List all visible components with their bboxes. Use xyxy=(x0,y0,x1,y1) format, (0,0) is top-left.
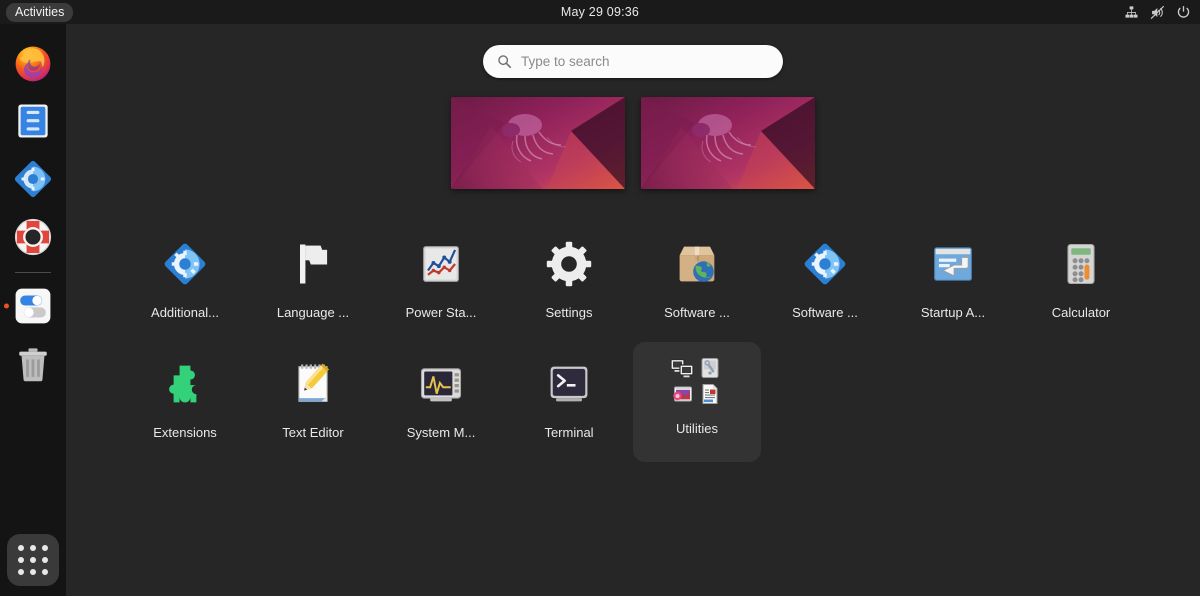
system-tray xyxy=(1124,0,1191,24)
app-text-editor[interactable]: Text Editor xyxy=(249,342,377,462)
dock xyxy=(0,24,66,596)
running-indicator xyxy=(4,304,9,309)
disks-icon xyxy=(699,357,721,379)
app-startup-applications[interactable]: Startup A... xyxy=(889,222,1017,342)
app-terminal[interactable]: Terminal xyxy=(505,342,633,462)
app-language-support[interactable]: Language ... xyxy=(249,222,377,342)
show-applications-button[interactable] xyxy=(7,534,59,586)
app-software-properties[interactable]: Software ... xyxy=(761,222,889,342)
line-chart-icon xyxy=(413,236,469,292)
green-puzzle-icon xyxy=(157,356,213,412)
app-calculator[interactable]: Calculator xyxy=(1017,222,1145,342)
app-label: System M... xyxy=(407,425,476,440)
app-system-monitor[interactable]: System M... xyxy=(377,342,505,462)
color-window-icon xyxy=(671,383,693,405)
files-cabinet-icon xyxy=(11,99,55,143)
dock-item-files[interactable] xyxy=(0,92,66,150)
app-label: Settings xyxy=(546,305,593,320)
workspace-thumbnails xyxy=(66,97,1200,189)
workspace-thumbnail-2[interactable] xyxy=(641,97,815,189)
search-icon xyxy=(497,54,512,69)
power-icon[interactable] xyxy=(1176,5,1191,20)
dock-item-ubuntu-software[interactable] xyxy=(0,150,66,208)
box-globe-icon xyxy=(669,236,725,292)
software-diamond-icon xyxy=(11,157,55,201)
app-extensions[interactable]: Extensions xyxy=(121,342,249,462)
app-power-statistics[interactable]: Power Sta... xyxy=(377,222,505,342)
dock-item-help[interactable] xyxy=(0,208,66,266)
remote-desktop-icon xyxy=(670,357,694,379)
monitor-pulse-icon xyxy=(413,356,469,412)
folder-grid-icon xyxy=(669,356,725,408)
white-flag-icon xyxy=(285,236,341,292)
lifebuoy-help-icon xyxy=(11,215,55,259)
clock[interactable]: May 29 09:36 xyxy=(0,5,1200,19)
application-grid: Additional... Language ... xyxy=(66,222,1200,462)
app-label: Utilities xyxy=(676,421,718,436)
app-label: Software ... xyxy=(664,305,730,320)
window-arrow-icon xyxy=(925,236,981,292)
dock-item-firefox[interactable] xyxy=(0,34,66,92)
volume-muted-icon[interactable] xyxy=(1150,5,1165,20)
search-entry[interactable]: Type to search xyxy=(483,45,783,78)
notepad-pencil-icon xyxy=(285,356,341,412)
app-additional-drivers[interactable]: Additional... xyxy=(121,222,249,342)
gear-icon xyxy=(541,236,597,292)
app-label: Language ... xyxy=(277,305,349,320)
app-label: Text Editor xyxy=(282,425,343,440)
app-software-updates[interactable]: Software ... xyxy=(633,222,761,342)
app-label: Additional... xyxy=(151,305,219,320)
trash-icon xyxy=(11,342,55,386)
blue-diamond-gear-icon xyxy=(157,236,213,292)
dock-item-settings[interactable] xyxy=(0,277,66,335)
wallpaper-jellyfish xyxy=(641,97,815,189)
network-wired-icon[interactable] xyxy=(1124,5,1139,20)
activities-overview: Type to search xyxy=(66,24,1200,596)
app-settings[interactable]: Settings xyxy=(505,222,633,342)
firefox-icon xyxy=(11,41,55,85)
activities-button[interactable]: Activities xyxy=(6,3,73,22)
calculator-icon xyxy=(1053,236,1109,292)
document-icon xyxy=(699,383,721,405)
top-bar: Activities May 29 09:36 xyxy=(0,0,1200,24)
terminal-icon xyxy=(541,356,597,412)
search-area: Type to search xyxy=(66,45,1200,78)
app-label: Software ... xyxy=(792,305,858,320)
app-label: Calculator xyxy=(1052,305,1111,320)
wallpaper-jellyfish xyxy=(451,97,625,189)
dock-item-trash[interactable] xyxy=(0,335,66,393)
app-label: Power Sta... xyxy=(406,305,477,320)
workspace-thumbnail-1[interactable] xyxy=(451,97,625,189)
app-label: Terminal xyxy=(544,425,593,440)
app-folder-utilities[interactable]: Utilities xyxy=(633,342,761,462)
blue-diamond-gear-icon xyxy=(797,236,853,292)
dock-separator xyxy=(15,272,51,273)
app-grid-icon xyxy=(18,545,48,575)
settings-toggles-icon xyxy=(11,284,55,328)
app-label: Startup A... xyxy=(921,305,985,320)
app-label: Extensions xyxy=(153,425,217,440)
search-placeholder: Type to search xyxy=(521,54,610,69)
